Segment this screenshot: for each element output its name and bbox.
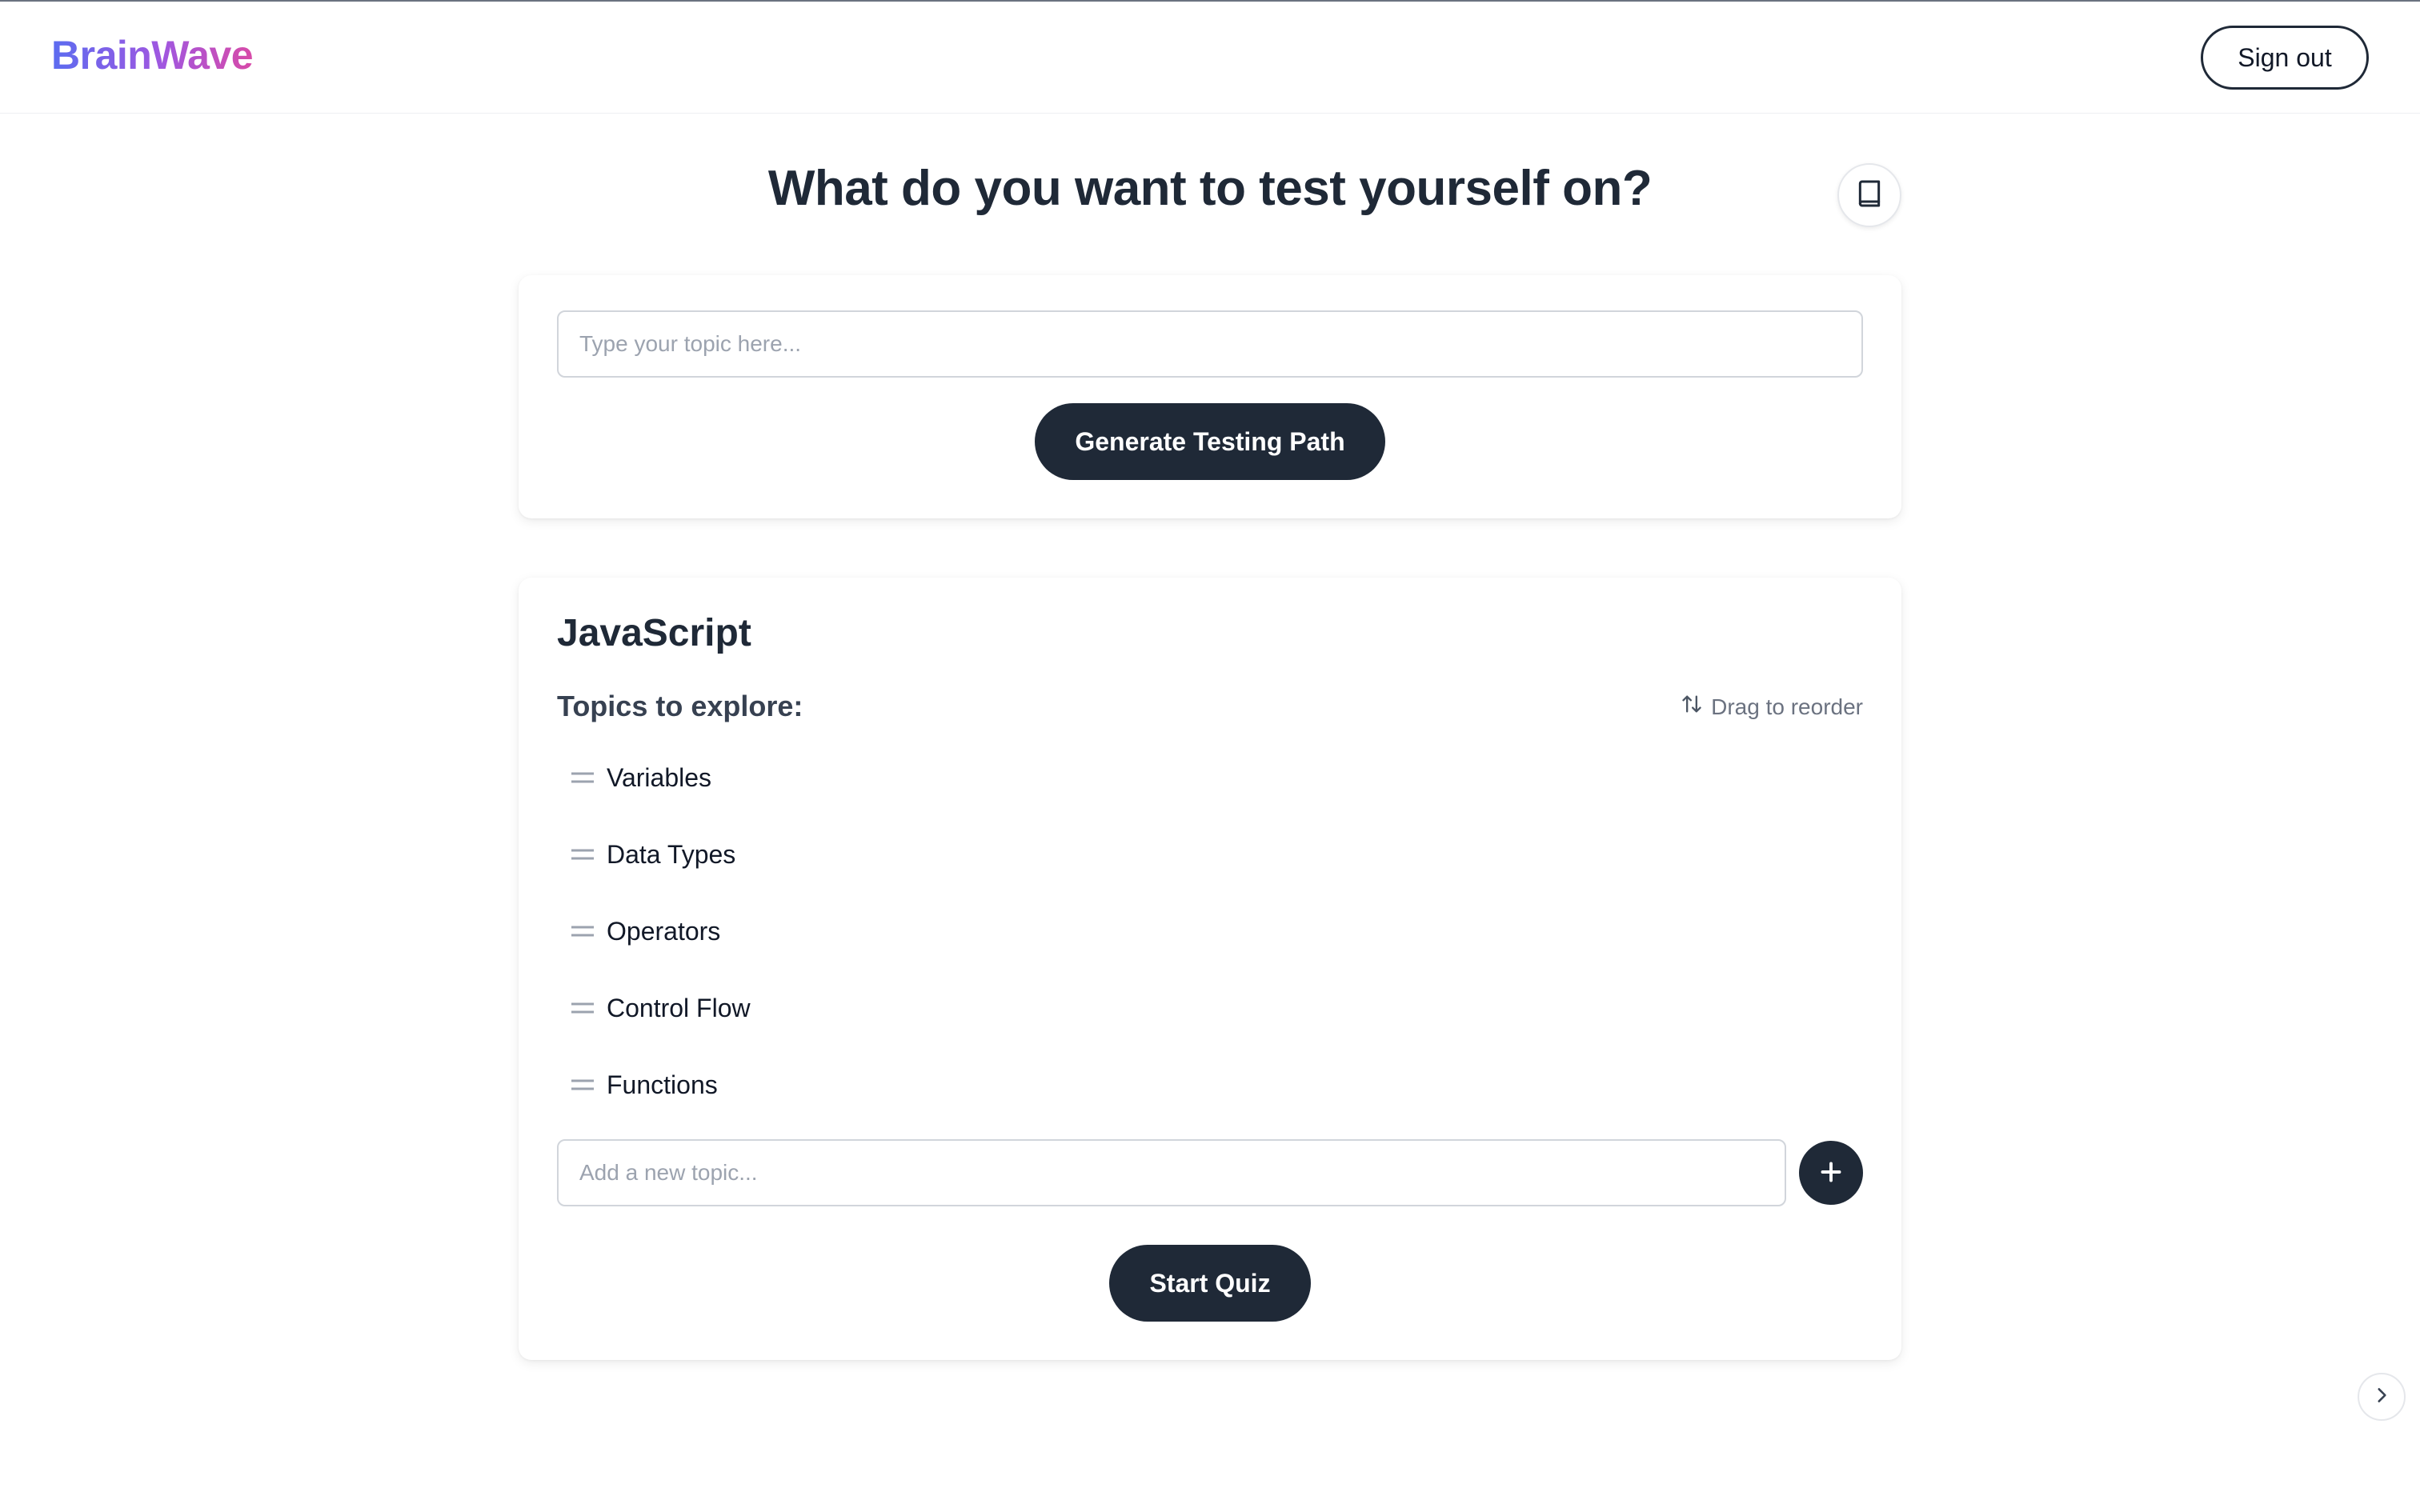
next-button[interactable]: [2358, 1373, 2406, 1421]
drag-handle-icon[interactable]: [570, 1075, 595, 1094]
topics-heading: Topics to explore:: [557, 690, 803, 722]
topic-label: Operators: [607, 916, 721, 946]
drag-handle-icon[interactable]: [570, 922, 595, 941]
add-topic-button[interactable]: [1799, 1141, 1863, 1205]
drag-to-reorder-hint: Drag to reorder: [1681, 693, 1863, 721]
topic-item[interactable]: Functions: [570, 1061, 1050, 1109]
book-icon: [1853, 178, 1885, 214]
reorder-hint-label: Drag to reorder: [1711, 694, 1863, 719]
topic-item[interactable]: Data Types: [570, 830, 1050, 878]
testing-path-card: JavaScript Topics to explore: Drag to re…: [519, 578, 1901, 1360]
topic-label: Control Flow: [607, 993, 751, 1022]
topic-item[interactable]: Variables: [570, 754, 1050, 802]
topic-item[interactable]: Control Flow: [570, 984, 1050, 1032]
topic-search-card: Generate Testing Path: [519, 275, 1901, 518]
topic-item[interactable]: Operators: [570, 907, 1050, 955]
plus-icon: [1817, 1158, 1845, 1189]
brand-logo[interactable]: BrainWave: [51, 32, 254, 78]
topic-label: Variables: [607, 762, 712, 792]
library-button[interactable]: [1837, 163, 1901, 227]
subject-title: JavaScript: [557, 612, 751, 654]
add-topic-input[interactable]: [557, 1139, 1786, 1206]
swap-vertical-icon: [1681, 693, 1703, 721]
drag-handle-icon[interactable]: [570, 768, 595, 787]
topic-label: Data Types: [607, 839, 736, 869]
app-header: BrainWave Sign out: [0, 0, 2420, 114]
page-title: What do you want to test yourself on?: [767, 161, 1653, 216]
sign-out-button[interactable]: Sign out: [2201, 26, 2369, 90]
start-quiz-button[interactable]: Start Quiz: [1109, 1245, 1311, 1322]
topic-input[interactable]: [557, 310, 1863, 378]
drag-handle-icon[interactable]: [570, 998, 595, 1018]
topic-label: Functions: [607, 1070, 718, 1099]
chevron-right-icon: [2371, 1385, 2392, 1410]
generate-testing-path-button[interactable]: Generate Testing Path: [1035, 403, 1385, 480]
page: BrainWave Sign out What do you want to t…: [0, 0, 2420, 1512]
drag-handle-icon[interactable]: [570, 845, 595, 864]
